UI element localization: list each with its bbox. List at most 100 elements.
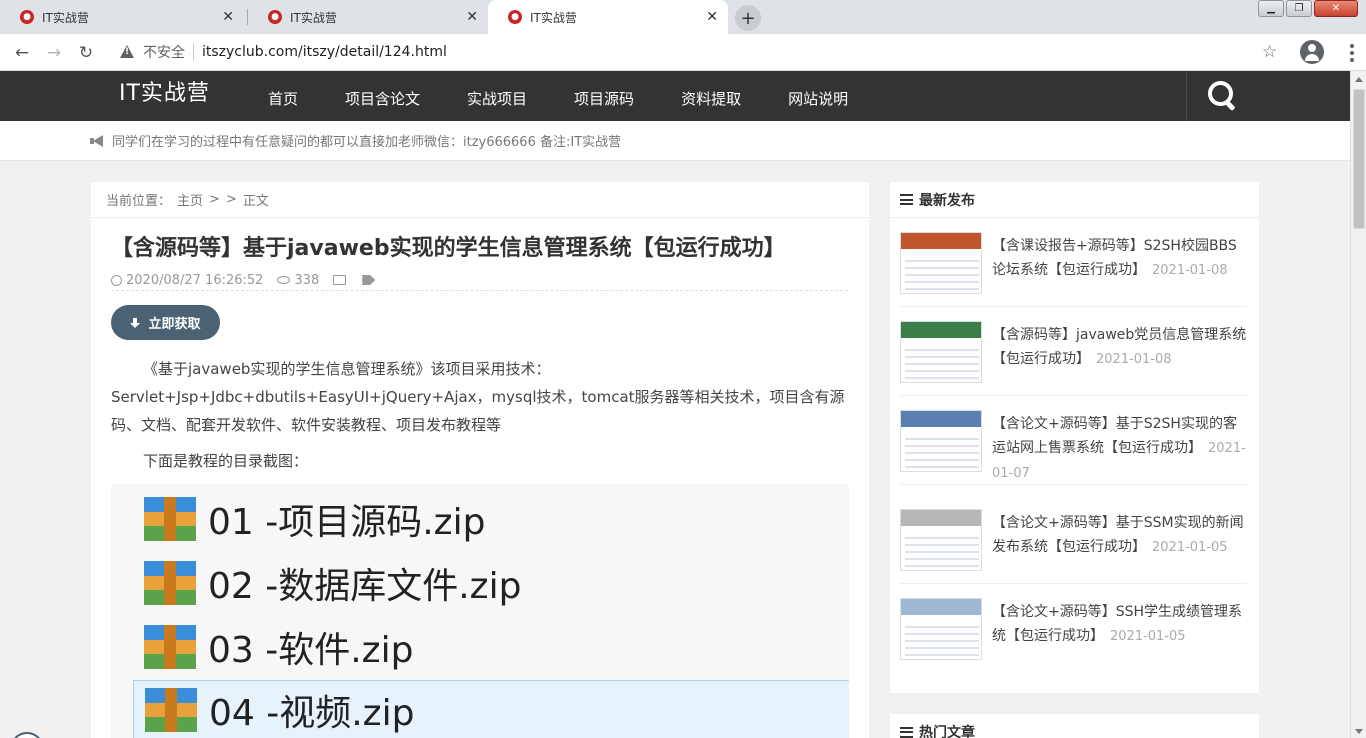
publish-datetime: 2020/08/27 16:26:52 [126,272,264,288]
latest-post-item[interactable]: 【含源码等】javaweb党员信息管理系统【包运行成功】 2021-01-08 [900,307,1247,396]
tags-icon[interactable] [362,275,376,285]
latest-posts-widget: 最新发布 【含课设报告+源码等】S2SH校园BBS论坛系统【包运行成功】 2021… [890,182,1259,693]
download-icon [130,317,141,328]
new-tab-button[interactable]: + [735,5,761,31]
browser-menu-icon[interactable] [1340,41,1364,65]
nav-divider [1186,71,1187,121]
close-tab-icon[interactable]: ✕ [706,9,718,25]
post-date: 2021-01-05 [1152,540,1228,555]
post-title[interactable]: 【含论文+源码等】基于SSM实现的新闻发布系统【包运行成功】 2021-01-05 [992,511,1250,560]
breadcrumb-home[interactable]: 主页 [177,190,203,209]
article-paragraph: 《基于javaweb实现的学生信息管理系统》该项目采用技术：Servlet+Js… [111,360,845,434]
browser-tab-3-active[interactable]: ● IT实战营 ✕ [488,0,728,34]
address-toolbar: ← → ↻ 不安全 itszyclub.com/itszy/detail/124… [0,34,1366,71]
breadcrumb-current: 正文 [242,194,269,209]
post-title[interactable]: 【含论文+源码等】SSH学生成绩管理系统【包运行成功】 2021-01-05 [992,600,1250,649]
scroll-down-icon[interactable] [1355,729,1363,734]
tab-title: IT实战营 [530,10,577,25]
zip-archive-icon [144,497,196,541]
restore-button[interactable]: ❐ [1286,0,1312,17]
minimize-button[interactable]: ▁ [1258,0,1284,17]
zip-file-entry: 02 -数据库文件.zip [144,553,521,613]
browser-tab-1[interactable]: ● IT实战营 ✕ [0,0,244,34]
post-thumbnail[interactable] [900,509,982,571]
forward-arrow-icon[interactable]: → [42,41,66,65]
bookmark-star-icon[interactable]: ☆ [1262,42,1277,62]
notice-text: 同学们在学习的过程中有任意疑问的都可以直接加老师微信：itzy666666 备注… [112,135,622,150]
get-now-label: 立即获取 [148,317,201,332]
view-count: 338 [294,272,320,288]
nav-home[interactable]: 首页 [268,88,298,109]
post-date: 2021-01-08 [1152,263,1228,278]
eye-icon [277,276,291,284]
get-now-button[interactable]: 立即获取 [111,305,220,340]
post-date: 2021-01-08 [1096,352,1172,367]
latest-post-item[interactable]: 【含课设报告+源码等】S2SH校园BBS论坛系统【包运行成功】 2021-01-0… [900,218,1247,307]
site-favicon-icon: ● [508,10,522,24]
nav-resource-extract[interactable]: 资料提取 [681,88,741,109]
page-scrollbar[interactable] [1350,71,1366,738]
notice-bar: 同学们在学习的过程中有任意疑问的都可以直接加老师微信：itzy666666 备注… [0,121,1350,161]
post-thumbnail[interactable] [900,410,982,472]
folder-icon[interactable] [333,275,347,285]
nav-site-info[interactable]: 网站说明 [788,88,848,109]
nav-practical-projects[interactable]: 实战项目 [467,88,527,109]
widget-header: 最新发布 [890,182,1259,218]
zip-file-name: 02 -数据库文件.zip [208,566,522,607]
widget-title: 最新发布 [919,192,975,209]
list-icon [900,194,913,205]
close-tab-icon[interactable]: ✕ [466,9,478,25]
nav-project-source[interactable]: 项目源码 [574,88,634,109]
zip-file-entry: 01 -项目源码.zip [144,489,485,549]
latest-post-item[interactable]: 【含论文+源码等】基于S2SH实现的客运站网上售票系统【包运行成功】 2021-0… [900,396,1247,485]
insecure-label[interactable]: 不安全 [143,42,185,62]
post-thumbnail[interactable] [900,321,982,383]
url-text[interactable]: itszyclub.com/itszy/detail/124.html [202,44,447,60]
list-icon [900,726,913,738]
latest-post-item[interactable]: 【含论文+源码等】SSH学生成绩管理系统【包运行成功】 2021-01-05 [900,584,1247,673]
breadcrumb-label: 当前位置： [106,194,172,209]
site-logo[interactable]: IT实战营 [119,75,210,107]
post-thumbnail[interactable] [900,232,982,294]
zip-file-entry-selected: 04 -视频.zip [133,680,849,738]
post-title[interactable]: 【含源码等】javaweb党员信息管理系统【包运行成功】 2021-01-08 [992,323,1250,372]
breadcrumb-separator: > [209,192,220,207]
bullhorn-icon [90,134,104,147]
account-avatar-icon[interactable] [1300,40,1324,64]
zip-file-name: 01 -项目源码.zip [208,502,486,543]
nav-projects-with-paper[interactable]: 项目含论文 [345,88,420,109]
article-body: 《基于javaweb实现的学生信息管理系统》该项目采用技术：Servlet+Js… [111,355,851,475]
article-title: 【含源码等】基于javaweb实现的学生信息管理系统【包运行成功】 [111,236,786,261]
post-title[interactable]: 【含论文+源码等】基于S2SH实现的客运站网上售票系统【包运行成功】 2021-0… [992,412,1250,486]
tab-title: IT实战营 [42,10,89,25]
url-divider [193,43,194,61]
clock-icon [111,274,122,286]
browser-tab-2[interactable]: ● IT实战营 ✕ [248,0,488,34]
post-title[interactable]: 【含课设报告+源码等】S2SH校园BBS论坛系统【包运行成功】 2021-01-0… [992,234,1250,283]
zip-file-name: 03 -软件.zip [208,630,414,671]
close-tab-icon[interactable]: ✕ [222,9,234,25]
directory-screenshot: 01 -项目源码.zip 02 -数据库文件.zip 03 -软件.zip 04… [111,484,849,738]
article-panel: 当前位置： 主页 > > 正文 【含源码等】基于javaweb实现的学生信息管理… [91,182,869,738]
close-window-button[interactable]: ✕ [1314,0,1358,17]
site-favicon-icon: ● [268,10,282,24]
zip-archive-icon [144,625,196,669]
latest-post-item[interactable]: 【含论文+源码等】基于SSM实现的新闻发布系统【包运行成功】 2021-01-05 [900,495,1247,584]
article-paragraph: 下面是教程的目录截图： [143,452,309,470]
widget-title: 热门文章 [919,725,975,738]
window-controls: ▁ ❐ ✕ [1258,0,1358,17]
zip-file-name: 04 -视频.zip [209,693,415,734]
url-bar[interactable]: 不安全 itszyclub.com/itszy/detail/124.html [107,37,1295,67]
main-nav: 首页 项目含论文 实战项目 项目源码 资料提取 网站说明 [268,88,895,109]
floating-help-button[interactable] [10,732,44,738]
warning-icon[interactable] [119,44,135,60]
post-thumbnail[interactable] [900,598,982,660]
back-arrow-icon[interactable]: ← [10,41,34,65]
site-header: IT实战营 首页 项目含论文 实战项目 项目源码 资料提取 网站说明 [0,71,1350,121]
scrollbar-thumb[interactable] [1353,89,1365,229]
search-icon[interactable] [1207,80,1237,110]
site-favicon-icon: ● [20,10,34,24]
browser-tab-strip: ● IT实战营 ✕ ● IT实战营 ✕ ● IT实战营 ✕ + ▁ ❐ ✕ [0,0,1366,34]
reload-icon[interactable]: ↻ [74,41,98,65]
scroll-up-icon[interactable] [1355,77,1363,82]
